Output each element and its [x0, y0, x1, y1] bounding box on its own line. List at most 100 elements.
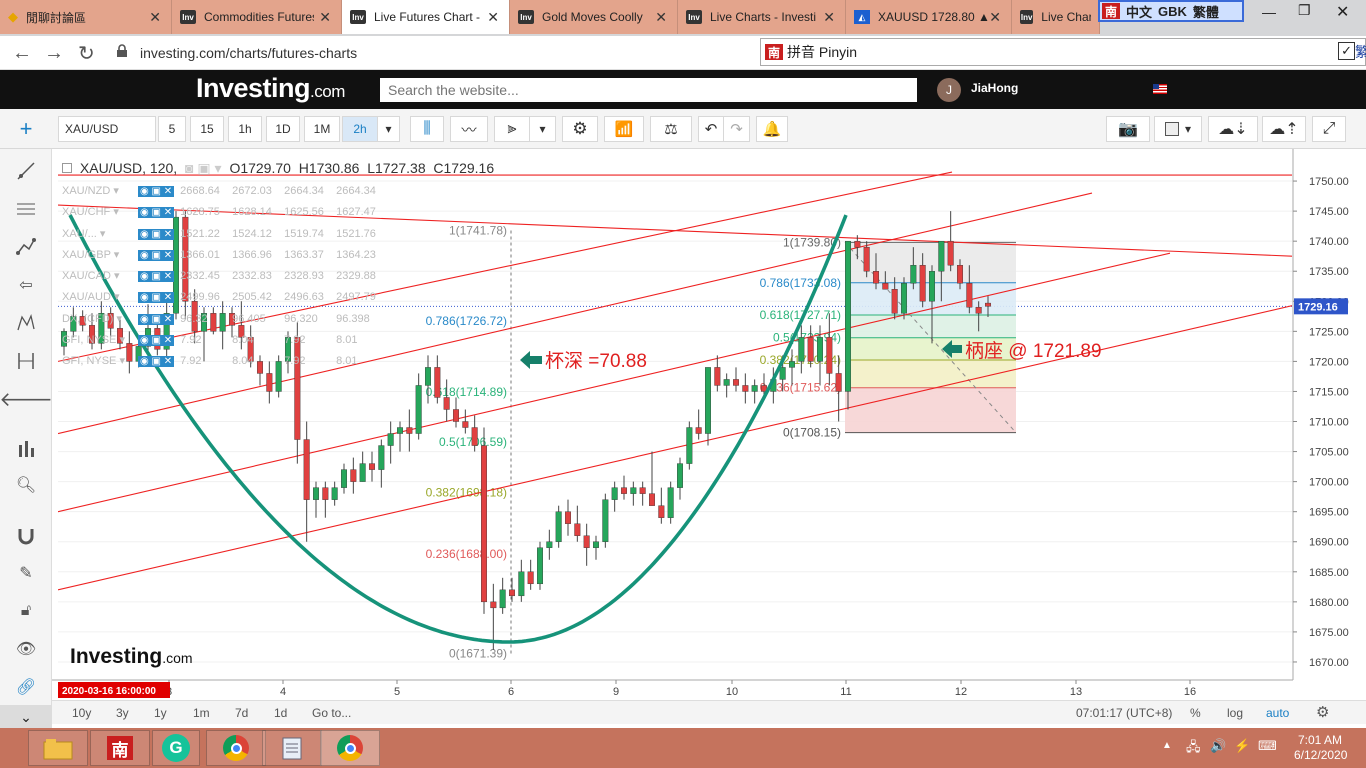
- close-icon[interactable]: ✕: [989, 9, 1001, 26]
- interval-15[interactable]: 15: [190, 116, 224, 142]
- volume-icon[interactable]: 🔊: [1210, 738, 1226, 754]
- camera-icon[interactable]: 📷: [1106, 116, 1150, 142]
- back-arrow-icon[interactable]: 🡐: [0, 387, 53, 411]
- interval-dropdown-icon[interactable]: ▾: [378, 116, 400, 142]
- compare-controls-icon[interactable]: ◉ ▣ ✕: [138, 356, 175, 368]
- path-icon[interactable]: [14, 235, 38, 259]
- cloud-upload-icon[interactable]: ☁⇡: [1262, 116, 1306, 142]
- back-icon[interactable]: ←: [12, 42, 32, 65]
- compare-controls-icon[interactable]: ◉ ▣ ✕: [138, 186, 175, 197]
- range-1d[interactable]: 1d: [274, 706, 287, 720]
- compare-controls-icon[interactable]: ◉ ▣ ✕: [138, 249, 175, 261]
- indicators-icon[interactable]: 📶: [604, 116, 644, 142]
- maximize-button[interactable]: ❐: [1298, 2, 1311, 19]
- investing-logo[interactable]: Investing.com: [196, 73, 345, 104]
- compare-controls-icon[interactable]: ◉ ▣ ✕: [138, 313, 175, 325]
- clock[interactable]: 7:01 AM 6/12/2020: [1294, 733, 1347, 763]
- gear-icon[interactable]: ⚙: [1316, 703, 1329, 721]
- range-10y[interactable]: 10y: [72, 706, 91, 720]
- browser-tab[interactable]: ◆ 閒聊討論區 ✕: [0, 0, 172, 34]
- interval-2h-active[interactable]: 2h: [342, 116, 378, 142]
- cloud-download-icon[interactable]: ☁⇣: [1208, 116, 1258, 142]
- chart-type-dropdown-icon[interactable]: ▾: [530, 116, 556, 142]
- search-input[interactable]: [380, 78, 917, 102]
- close-icon[interactable]: ✕: [319, 9, 331, 26]
- grammarly-icon[interactable]: G: [152, 730, 200, 766]
- chrome-active-icon[interactable]: [320, 730, 380, 766]
- power-icon[interactable]: ⚡: [1234, 738, 1250, 754]
- ime-toolbar[interactable]: 南 中文 GBK 繁體: [1098, 0, 1244, 22]
- ime-input-bar[interactable]: 南 拼音 Pinyin ✓ 繁: [760, 38, 1366, 66]
- pattern-icon[interactable]: [14, 311, 38, 335]
- gear-icon[interactable]: ⚙: [562, 116, 598, 142]
- auto-toggle[interactable]: auto: [1266, 706, 1289, 720]
- browser-tab[interactable]: Inv Commodities Futures ✕: [172, 0, 342, 34]
- measure-icon[interactable]: [14, 349, 38, 373]
- link-icon[interactable]: 🔗︎: [14, 675, 38, 699]
- chrome-app-icon[interactable]: [206, 730, 266, 766]
- lock-drawings-icon[interactable]: 🔓︎: [14, 599, 38, 623]
- legend-collapse-icon[interactable]: [62, 163, 72, 173]
- zoom-icon[interactable]: 🔍︎: [14, 473, 38, 497]
- hlines-icon[interactable]: [14, 197, 38, 221]
- close-icon[interactable]: ✕: [487, 9, 499, 26]
- compare-controls-icon[interactable]: ◉ ▣ ✕: [138, 292, 175, 304]
- trendline-icon[interactable]: [14, 159, 38, 183]
- range-7d[interactable]: 7d: [235, 706, 248, 720]
- file-explorer-icon[interactable]: [28, 730, 88, 766]
- tray-expand-icon[interactable]: ▲: [1162, 740, 1172, 751]
- undo-icon[interactable]: ↶: [698, 116, 724, 142]
- icons-tool-icon[interactable]: [14, 437, 38, 461]
- pencil-lock-icon[interactable]: ✎: [14, 561, 38, 585]
- browser-tab[interactable]: ◭ XAUUSD 1728.80 ▲ ✕: [846, 0, 1012, 34]
- arrow-shape-icon[interactable]: ⇦: [14, 273, 38, 297]
- user-name[interactable]: JiaHong: [971, 81, 1018, 95]
- redo-icon[interactable]: ↷: [724, 116, 750, 142]
- close-icon[interactable]: ✕: [149, 9, 161, 26]
- reload-icon[interactable]: ↻: [78, 41, 95, 66]
- compare-icon[interactable]: ⚖: [650, 116, 692, 142]
- percent-toggle[interactable]: %: [1190, 706, 1201, 720]
- compare-controls-icon[interactable]: ◉ ▣ ✕: [138, 335, 175, 347]
- log-toggle[interactable]: log: [1227, 706, 1243, 720]
- browser-tab-active[interactable]: Inv Live Futures Chart - ✕: [342, 0, 510, 34]
- interval-5[interactable]: 5: [158, 116, 186, 142]
- compare-controls-icon[interactable]: ◉ ▣ ✕: [138, 207, 175, 219]
- symbol-input[interactable]: XAU/USD: [58, 116, 156, 142]
- line-chart-icon[interactable]: 〰: [450, 116, 488, 142]
- network-icon[interactable]: 🖧: [1186, 738, 1201, 760]
- range-1y[interactable]: 1y: [154, 706, 167, 720]
- close-window-button[interactable]: ✕: [1336, 2, 1349, 22]
- interval-1d[interactable]: 1D: [266, 116, 300, 142]
- close-icon[interactable]: ✕: [823, 9, 835, 26]
- us-flag-icon[interactable]: [1153, 84, 1167, 94]
- compare-controls-icon[interactable]: ◉ ▣ ✕: [138, 228, 175, 240]
- close-icon[interactable]: ✕: [655, 9, 667, 26]
- minimize-button[interactable]: —: [1262, 4, 1276, 20]
- ime-app-icon[interactable]: 南: [90, 730, 150, 766]
- notepad-icon[interactable]: [262, 730, 322, 766]
- crosshair-icon[interactable]: +: [0, 109, 52, 149]
- range-3y[interactable]: 3y: [116, 706, 129, 720]
- browser-tab[interactable]: Inv Live Chart: [1012, 0, 1100, 34]
- interval-1m[interactable]: 1M: [304, 116, 340, 142]
- eye-icon[interactable]: 👁: [14, 637, 38, 661]
- url-text[interactable]: investing.com/charts/futures-charts: [140, 45, 357, 61]
- compare-controls-icon[interactable]: ◉ ▣ ✕: [138, 271, 175, 283]
- magnet-icon[interactable]: [14, 523, 38, 547]
- bar-chart-icon[interactable]: ⫸: [494, 116, 530, 142]
- alert-icon[interactable]: 🔔: [756, 116, 788, 142]
- fullscreen-icon[interactable]: ⤢: [1312, 116, 1346, 142]
- collapse-icon[interactable]: ⌄: [0, 705, 52, 729]
- keyboard-icon[interactable]: ⌨: [1258, 738, 1277, 754]
- forward-icon[interactable]: →: [44, 42, 64, 65]
- avatar[interactable]: J: [937, 78, 961, 102]
- range-1m[interactable]: 1m: [193, 706, 210, 720]
- browser-tab[interactable]: Inv Live Charts - Investi ✕: [678, 0, 846, 34]
- candles-icon[interactable]: ⫼: [410, 116, 444, 142]
- goto-button[interactable]: Go to...: [312, 706, 351, 720]
- legend-controls-icon[interactable]: ◙ ▣ ▾: [185, 160, 222, 176]
- browser-tab[interactable]: Inv Gold Moves Coolly ✕: [510, 0, 678, 34]
- ime-checkbox[interactable]: ✓: [1338, 42, 1355, 60]
- interval-1h[interactable]: 1h: [228, 116, 262, 142]
